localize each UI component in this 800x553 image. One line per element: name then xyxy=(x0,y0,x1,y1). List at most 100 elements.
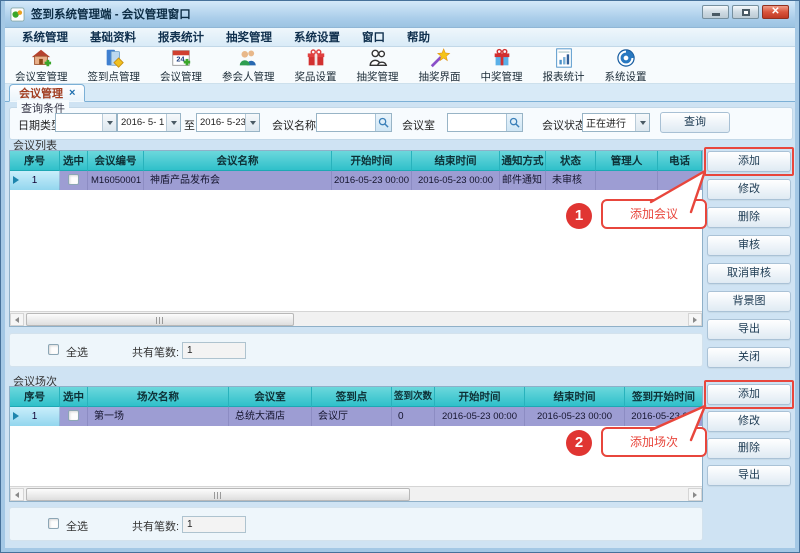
background-image-button[interactable]: 背景图 xyxy=(707,291,791,312)
export-meetings-button[interactable]: 导出 xyxy=(707,319,791,340)
review-button[interactable]: 审核 xyxy=(707,235,791,256)
column-header[interactable]: 通知方式 xyxy=(500,151,546,171)
toolbar-item-meeting-mgmt[interactable]: 24 会议管理 xyxy=(150,46,212,85)
menu-item-system[interactable]: 系统管理 xyxy=(11,29,79,45)
column-header[interactable]: 结束时间 xyxy=(525,387,625,407)
toolbar-label: 会议室管理 xyxy=(15,69,68,84)
delete-session-button[interactable]: 删除 xyxy=(707,438,791,459)
meeting-room-input[interactable] xyxy=(447,113,523,132)
cell-checkin-point: 会议厅 xyxy=(312,407,392,426)
menu-item-help[interactable]: 帮助 xyxy=(396,29,441,45)
menu-item-settings[interactable]: 系统设置 xyxy=(283,29,351,45)
tab-close-icon[interactable]: × xyxy=(69,87,75,99)
close-button[interactable]: ✕ xyxy=(762,5,789,19)
chevron-down-icon[interactable] xyxy=(102,114,116,131)
cancel-review-button[interactable]: 取消审核 xyxy=(707,263,791,284)
highlight-box-add-meeting xyxy=(704,147,794,176)
table-row[interactable]: 1 M16050001 神盾产品发布会 2016-05-23 00:00 201… xyxy=(10,171,702,190)
column-header[interactable]: 会议室 xyxy=(229,387,312,407)
menu-item-lottery[interactable]: 抽奖管理 xyxy=(215,29,283,45)
column-header[interactable]: 序号 xyxy=(10,151,60,171)
chevron-down-icon[interactable] xyxy=(635,114,649,131)
column-header[interactable]: 选中 xyxy=(60,151,88,171)
column-header[interactable]: 选中 xyxy=(60,387,88,407)
cell-meeting-code: M16050001 xyxy=(88,171,144,190)
minimize-button[interactable] xyxy=(702,5,729,19)
annotation-callout-add-session: 添加场次 xyxy=(601,427,707,457)
delete-meeting-button[interactable]: 删除 xyxy=(707,207,791,228)
toolbar-item-checkin-point[interactable]: 签到点管理 xyxy=(78,46,151,85)
status-select[interactable]: 正在进行 xyxy=(582,113,650,132)
cell-room: 总统大酒店 xyxy=(229,407,312,426)
scroll-left-icon[interactable] xyxy=(10,313,24,326)
window-title: 签到系统管理端 - 会议管理窗口 xyxy=(31,6,191,22)
menu-item-window[interactable]: 窗口 xyxy=(351,29,396,45)
toolbar-label: 签到点管理 xyxy=(88,69,141,84)
scrollbar-thumb[interactable] xyxy=(26,488,410,501)
column-header[interactable]: 管理人 xyxy=(596,151,658,171)
chevron-down-icon[interactable] xyxy=(166,114,180,131)
menu-item-basic-data[interactable]: 基础资料 xyxy=(79,29,147,45)
cell-notify-method: 邮件通知 xyxy=(500,171,546,190)
column-header[interactable]: 签到点 xyxy=(312,387,392,407)
row-checkbox[interactable] xyxy=(68,410,79,421)
settings-globe-icon xyxy=(615,47,637,69)
toolbar-item-meeting-room[interactable]: 会议室管理 xyxy=(5,46,78,85)
magic-wand-icon xyxy=(429,47,451,69)
toolbar-label: 奖品设置 xyxy=(295,69,337,84)
toolbar-item-system-settings[interactable]: 系统设置 xyxy=(595,46,657,85)
cell-end-time: 2016-05-23 00:00 xyxy=(412,171,500,190)
horizontal-scrollbar[interactable] xyxy=(10,311,702,326)
column-header[interactable]: 会议名称 xyxy=(144,151,332,171)
column-header[interactable]: 会议编号 xyxy=(88,151,144,171)
date-to-picker[interactable]: 2016- 5-23 xyxy=(196,113,260,132)
select-all-checkbox[interactable] xyxy=(48,344,59,355)
toolbar-label: 报表统计 xyxy=(543,69,585,84)
toolbar-item-prize-setup[interactable]: 奖品设置 xyxy=(285,46,347,85)
maximize-button[interactable] xyxy=(732,5,759,19)
date-type-select[interactable] xyxy=(55,113,117,132)
scroll-left-icon[interactable] xyxy=(10,488,24,501)
select-all-checkbox[interactable] xyxy=(48,518,59,529)
toolbar-item-lottery-mgmt[interactable]: 抽奖管理 xyxy=(347,46,409,85)
edit-meeting-button[interactable]: 修改 xyxy=(707,179,791,200)
column-header[interactable]: 结束时间 xyxy=(412,151,500,171)
column-header[interactable]: 开始时间 xyxy=(332,151,412,171)
scrollbar-thumb[interactable] xyxy=(26,313,294,326)
toolbar-item-lottery-ui[interactable]: 抽奖界面 xyxy=(409,46,471,85)
table-row[interactable]: 1 第一场 总统大酒店 会议厅 0 2016-05-23 00:00 2016-… xyxy=(10,407,702,426)
column-header[interactable]: 开始时间 xyxy=(435,387,525,407)
column-header[interactable]: 场次名称 xyxy=(88,387,229,407)
search-icon[interactable] xyxy=(506,114,522,131)
cell-start-time: 2016-05-23 00:00 xyxy=(332,171,412,190)
edit-session-button[interactable]: 修改 xyxy=(707,411,791,432)
total-count-label: 共有笔数: xyxy=(132,518,179,534)
toolbar-item-report-stats[interactable]: 报表统计 xyxy=(533,46,595,85)
menu-item-reports[interactable]: 报表统计 xyxy=(147,29,215,45)
toolbar-item-attendee-mgmt[interactable]: 参会人管理 xyxy=(212,46,285,85)
horizontal-scrollbar[interactable] xyxy=(10,486,702,501)
column-header[interactable]: 签到开始时间 xyxy=(625,387,702,407)
people-outline-icon xyxy=(367,47,389,69)
row-checkbox[interactable] xyxy=(68,174,79,185)
column-header[interactable]: 签到次数 xyxy=(392,387,435,407)
close-panel-button[interactable]: 关闭 xyxy=(707,347,791,368)
date-from-picker[interactable]: 2016- 5- 1 xyxy=(117,113,181,132)
cell-checkin-count: 0 xyxy=(392,407,435,426)
tab-label: 会议管理 xyxy=(19,85,63,101)
column-header[interactable]: 状态 xyxy=(546,151,596,171)
app-window: 签到系统管理端 - 会议管理窗口 ✕ 系统管理 基础资料 报表统计 抽奖管理 系… xyxy=(0,0,800,553)
status-label: 会议状态 xyxy=(542,117,586,133)
chevron-down-icon[interactable] xyxy=(245,114,259,131)
export-sessions-button[interactable]: 导出 xyxy=(707,465,791,486)
search-button[interactable]: 查询 xyxy=(660,112,730,133)
column-header[interactable]: 电话 xyxy=(658,151,702,171)
search-icon[interactable] xyxy=(375,114,391,131)
meeting-name-input[interactable] xyxy=(316,113,392,132)
toolbar-item-winner-mgmt[interactable]: 中奖管理 xyxy=(471,46,533,85)
scroll-right-icon[interactable] xyxy=(688,488,702,501)
scroll-right-icon[interactable] xyxy=(688,313,702,326)
column-header[interactable]: 序号 xyxy=(10,387,60,407)
highlight-box-add-session xyxy=(704,380,794,409)
total-count-value: 1 xyxy=(182,516,246,533)
